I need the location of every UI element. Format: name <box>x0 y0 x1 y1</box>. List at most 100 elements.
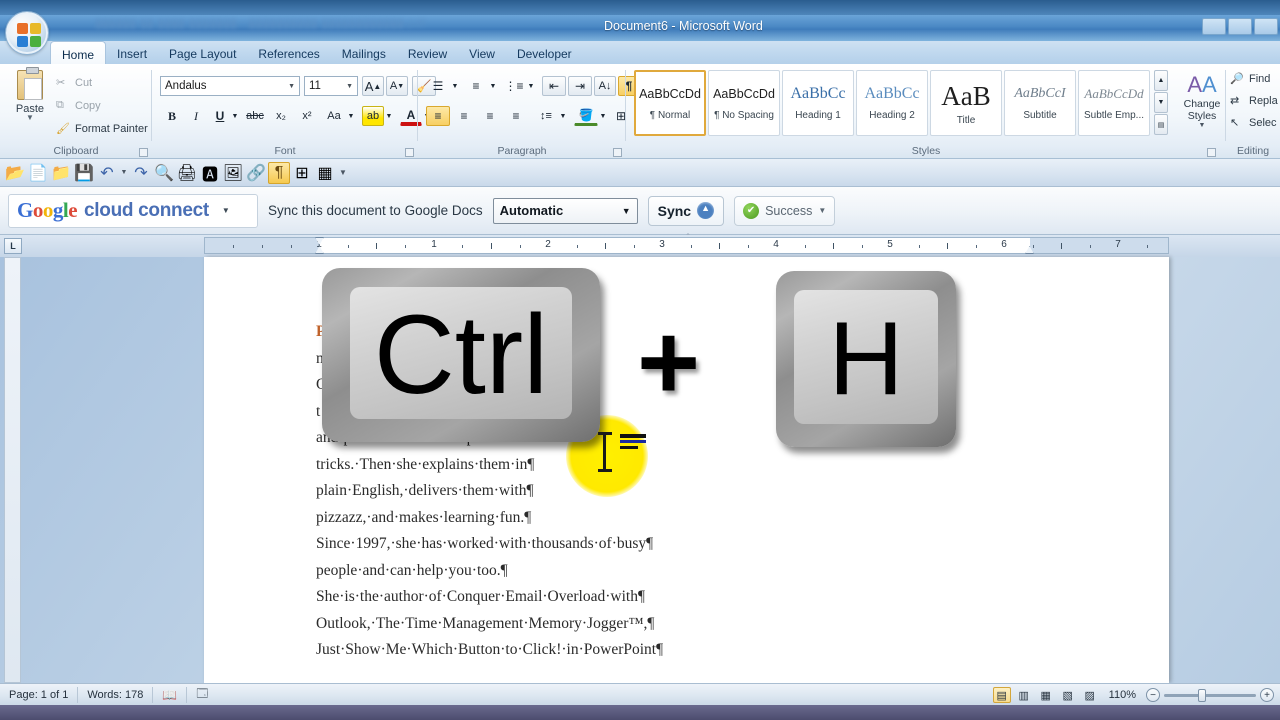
office-button[interactable] <box>6 12 48 54</box>
tab-stop-selector[interactable]: L <box>4 238 22 254</box>
close-button[interactable] <box>1254 18 1278 35</box>
decrease-indent-icon[interactable]: ⇤ <box>542 76 566 96</box>
font-dialog-launcher[interactable] <box>405 148 414 157</box>
font-size-input[interactable]: 11 ▼ <box>304 76 358 96</box>
view-full-screen-reading-icon[interactable]: ▥ <box>1015 687 1033 703</box>
sync-status-badge[interactable]: Success ▼ <box>734 195 836 226</box>
style-subtle-emphasis[interactable]: AaBbCcDd Subtle Emp... <box>1078 70 1150 136</box>
hyperlink-icon[interactable]: 🔗 <box>245 162 267 184</box>
tab-view[interactable]: View <box>458 41 506 65</box>
styles-dialog-launcher[interactable] <box>1207 148 1216 157</box>
highlight-icon[interactable]: ab <box>362 106 384 126</box>
zoom-slider[interactable] <box>1164 688 1256 702</box>
style-heading-1[interactable]: AaBbCc Heading 1 <box>782 70 854 136</box>
open-recent-icon[interactable]: 📂 <box>4 162 26 184</box>
style-heading-2[interactable]: AaBbCc Heading 2 <box>856 70 928 136</box>
bullets-chevron-down-icon[interactable]: ▼ <box>450 80 460 92</box>
spelling-icon[interactable]: 🅰 <box>199 162 221 184</box>
shading-chevron-down-icon[interactable]: ▼ <box>598 110 608 122</box>
scroll-down-icon[interactable]: ▼ <box>1154 92 1168 113</box>
strikethrough-button[interactable]: abc <box>244 106 266 126</box>
underline-button[interactable]: U <box>210 106 230 126</box>
tab-home[interactable]: Home <box>50 41 107 65</box>
find-button[interactable]: 🔎 Find <box>1230 72 1270 86</box>
horizontal-ruler[interactable]: 1 1 2 3 4 5 6 7 <box>204 237 1169 254</box>
style-title[interactable]: AaB Title <box>930 70 1002 136</box>
style-normal[interactable]: AaBbCcDd ¶ Normal <box>634 70 706 136</box>
justify-icon[interactable]: ≡ <box>504 106 528 126</box>
tab-insert[interactable]: Insert <box>106 41 158 65</box>
tab-page-layout[interactable]: Page Layout <box>158 41 247 65</box>
bold-button[interactable]: B <box>162 106 182 126</box>
tab-review[interactable]: Review <box>397 41 458 65</box>
style-subtitle[interactable]: AaBbCcI Subtitle <box>1004 70 1076 136</box>
zoom-slider-thumb[interactable] <box>1198 688 1206 702</box>
word-count[interactable]: Words: 178 <box>78 686 154 703</box>
numbering-icon[interactable]: ≡ <box>464 76 488 96</box>
save-icon[interactable]: 💾 <box>73 162 95 184</box>
picture-icon[interactable]: 🖼 <box>222 162 244 184</box>
zoom-level[interactable]: 110% <box>1103 689 1142 701</box>
subscript-button[interactable]: x₂ <box>270 106 292 126</box>
redo-icon[interactable]: ↷ <box>130 162 152 184</box>
font-name-input[interactable]: Andalus ▼ <box>160 76 300 96</box>
show-marks-toggle-icon[interactable]: ¶ <box>268 161 290 184</box>
tab-references[interactable]: References <box>247 41 330 65</box>
shading-icon[interactable]: 🪣 <box>574 106 598 126</box>
print-preview-icon[interactable]: 🔍 <box>153 162 175 184</box>
print-icon[interactable]: 🖨 <box>176 162 198 184</box>
zoom-in-button[interactable]: + <box>1260 688 1274 702</box>
window-controls[interactable] <box>1202 18 1278 35</box>
change-case-button[interactable]: Aa <box>322 106 346 126</box>
page-indicator[interactable]: Page: 1 of 1 <box>0 686 79 703</box>
google-cloud-connect-logo-button[interactable]: Google cloud connect ▼ <box>8 193 258 228</box>
sync-mode-select[interactable]: Automatic ▼ <box>492 197 638 224</box>
superscript-button[interactable]: x² <box>296 106 318 126</box>
spelling-check-icon[interactable]: 📖 <box>153 686 188 703</box>
increase-indent-icon[interactable]: ⇥ <box>568 76 592 96</box>
cut-button[interactable]: ✂ Cut <box>56 76 92 90</box>
numbering-chevron-down-icon[interactable]: ▼ <box>488 80 498 92</box>
view-web-layout-icon[interactable]: ▦ <box>1037 687 1055 703</box>
undo-chevron-down-icon[interactable]: ▼ <box>119 162 129 184</box>
undo-icon[interactable]: ↶ <box>96 162 118 184</box>
view-print-layout-icon[interactable]: ▤ <box>992 687 1011 703</box>
change-case-chevron-down-icon[interactable]: ▼ <box>346 110 356 122</box>
italic-button[interactable]: I <box>186 106 206 126</box>
align-center-icon[interactable]: ≡ <box>452 106 476 126</box>
scroll-up-icon[interactable]: ▲ <box>1154 70 1168 91</box>
select-button[interactable]: ↖ Selec <box>1230 116 1277 130</box>
shrink-font-button[interactable]: A ▼ <box>386 76 408 96</box>
language-icon[interactable]: 🗔 <box>187 687 217 703</box>
chevron-down-icon[interactable]: ▼ <box>222 206 230 215</box>
paste-button[interactable]: Paste ▼ <box>8 67 52 122</box>
align-right-icon[interactable]: ≡ <box>478 106 502 126</box>
replace-button[interactable]: ⇄ Repla <box>1230 94 1278 108</box>
tab-mailings[interactable]: Mailings <box>331 41 397 65</box>
sync-button[interactable]: Sync <box>647 195 725 226</box>
open-icon[interactable]: 📁 <box>50 162 72 184</box>
highlight-chevron-down-icon[interactable]: ▼ <box>384 110 394 122</box>
change-styles-button[interactable]: AA Change Styles ▼ <box>1174 72 1230 129</box>
more-styles-icon[interactable]: ▤ <box>1154 114 1168 135</box>
sort-icon[interactable]: A↓ <box>594 76 616 96</box>
copy-button[interactable]: ⧉ Copy <box>56 99 101 113</box>
multilevel-list-icon[interactable]: ⋮≡ <box>502 76 526 96</box>
line-spacing-icon[interactable]: ↕≡ <box>534 106 558 126</box>
line-spacing-chevron-down-icon[interactable]: ▼ <box>558 110 568 122</box>
underline-chevron-down-icon[interactable]: ▼ <box>230 110 240 122</box>
grow-font-button[interactable]: A ▲ <box>362 76 384 96</box>
tab-developer[interactable]: Developer <box>506 41 583 65</box>
style-no-spacing[interactable]: AaBbCcDd ¶ No Spacing <box>708 70 780 136</box>
new-document-icon[interactable]: 📄 <box>27 162 49 184</box>
maximize-button[interactable] <box>1228 18 1252 35</box>
styles-gallery-scroller[interactable]: ▲ ▼ ▤ <box>1154 70 1168 136</box>
insert-columns-icon[interactable]: ⊞ <box>291 162 313 184</box>
view-draft-icon[interactable]: ▨ <box>1081 687 1099 703</box>
align-left-icon[interactable]: ≡ <box>426 106 450 126</box>
customize-qat-chevron-down-icon[interactable]: ▼ <box>337 162 349 184</box>
insert-table-icon[interactable]: ▦ <box>314 162 336 184</box>
clipboard-dialog-launcher[interactable] <box>139 148 148 157</box>
multilevel-chevron-down-icon[interactable]: ▼ <box>526 80 536 92</box>
bullets-icon[interactable]: ☰ <box>426 76 450 96</box>
